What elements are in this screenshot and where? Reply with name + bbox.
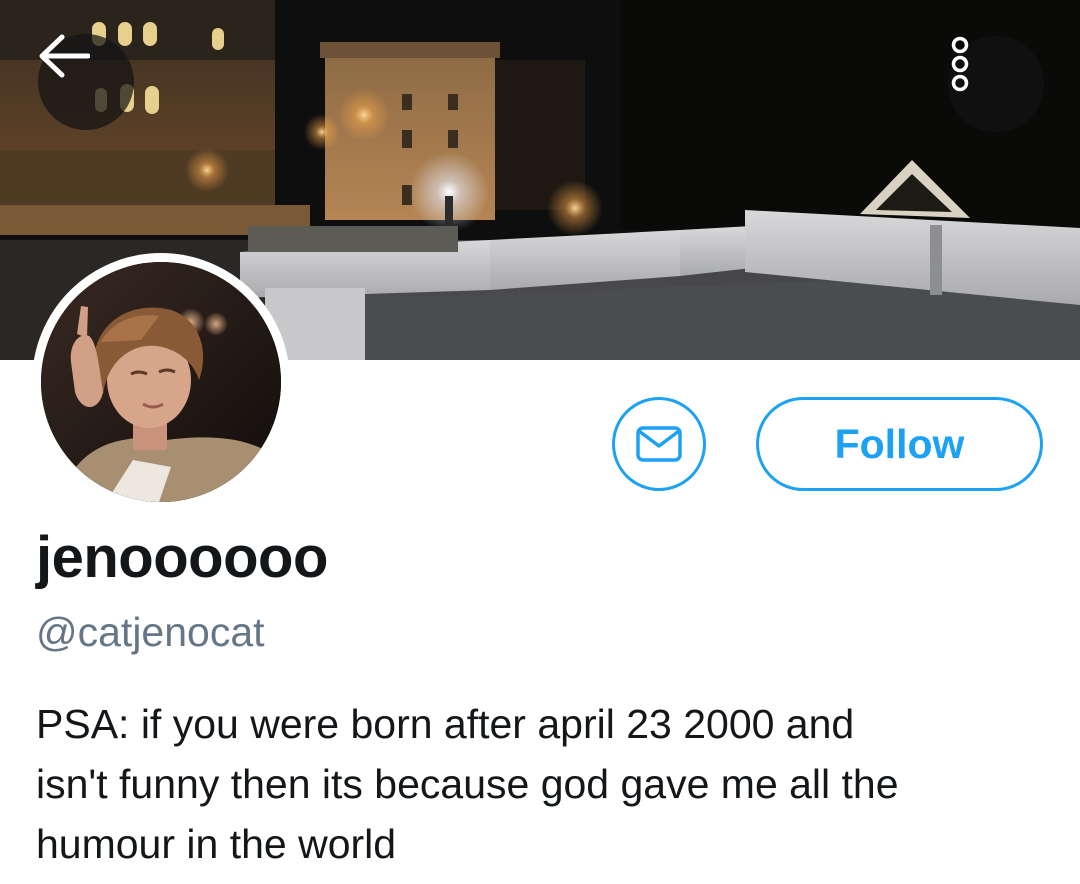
more-vertical-dots-icon bbox=[951, 36, 969, 92]
bio-line: isn't funny then its because god gave me… bbox=[36, 761, 899, 807]
back-button[interactable] bbox=[38, 34, 134, 130]
arrow-left-icon bbox=[39, 34, 90, 78]
follow-button[interactable]: Follow bbox=[756, 397, 1043, 491]
profile-avatar[interactable] bbox=[32, 253, 290, 511]
more-options-button[interactable] bbox=[948, 36, 1044, 132]
direct-message-button[interactable] bbox=[612, 397, 706, 491]
avatar-photo bbox=[41, 262, 281, 502]
envelope-icon bbox=[636, 426, 682, 462]
profile-bio: PSA: if you were born after april 23 200… bbox=[36, 694, 1046, 874]
profile-page: Follow jenoooooo @catjenocat PSA: if you… bbox=[0, 0, 1080, 884]
user-handle: @catjenocat bbox=[36, 609, 265, 655]
bio-line: PSA: if you were born after april 23 200… bbox=[36, 701, 855, 747]
display-name: jenoooooo bbox=[36, 525, 328, 590]
bio-line: humour in the world bbox=[36, 821, 397, 867]
